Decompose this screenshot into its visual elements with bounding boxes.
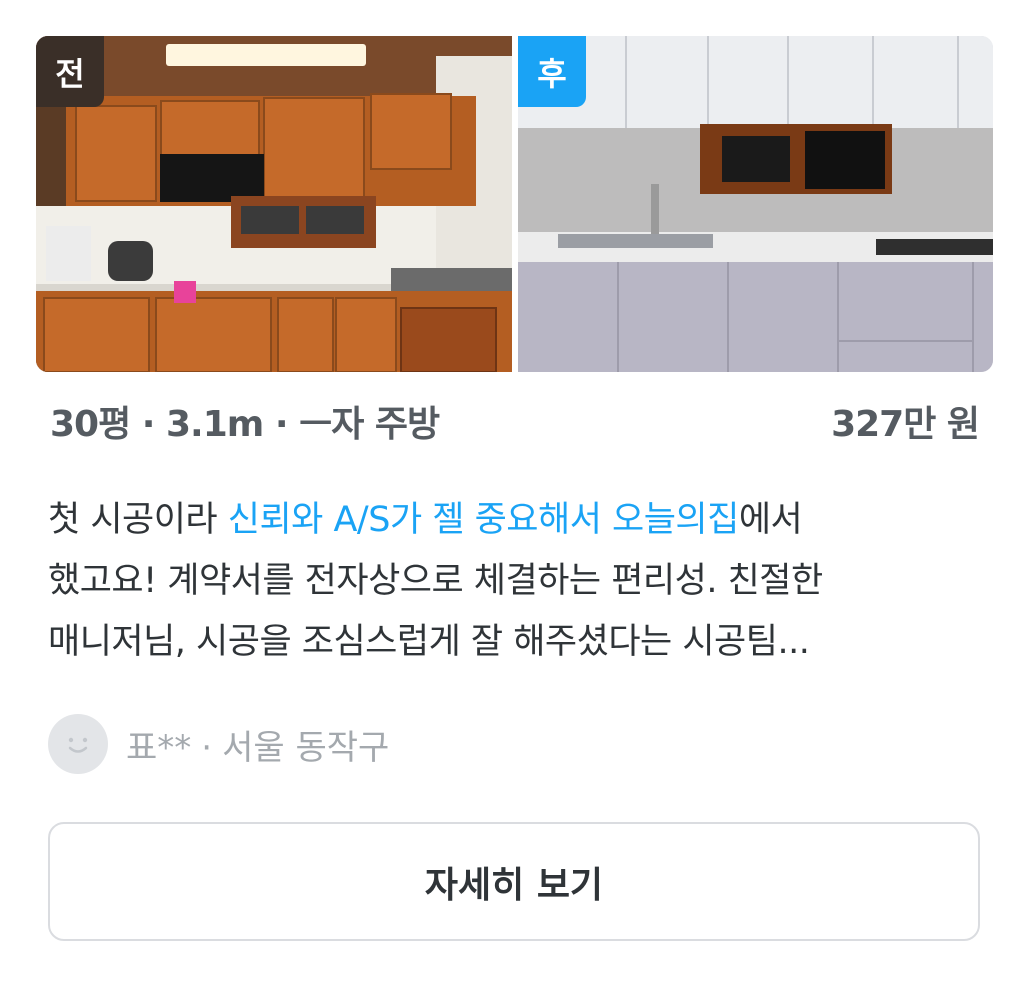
before-kitchen-image	[36, 36, 512, 372]
review-segment: 첫 시공이라	[48, 500, 228, 540]
author-row: 표** · 서울 동작구	[48, 714, 389, 774]
size-text: 30평	[50, 404, 131, 445]
before-photo[interactable]: 전	[36, 36, 512, 372]
after-kitchen-image	[518, 36, 993, 372]
length-text: 3.1m	[166, 404, 264, 445]
review-segment: 했고요! 계약서를 전자상으로 체결하는 편리성. 친절한	[48, 561, 823, 601]
author-name: 표**	[126, 727, 192, 768]
price: 327만 원	[831, 404, 980, 445]
review-segment: 매니저님, 시공을 조심스럽게 잘 해주셨다는 시공팀...	[48, 622, 810, 662]
author-info: 표** · 서울 동작구	[126, 720, 389, 769]
after-photo[interactable]: 후	[518, 36, 993, 372]
review-text[interactable]: 첫 시공이라 신뢰와 A/S가 젤 중요해서 오늘의집에서했고요! 계약서를 전…	[48, 490, 948, 673]
before-after-photos[interactable]: 전 후	[36, 36, 993, 372]
separator-dot: ·	[201, 727, 213, 768]
summary-row: 30평 · 3.1m · ㅡ자 주방 327만 원	[50, 395, 980, 447]
avatar	[48, 714, 108, 774]
separator-dot: ·	[141, 404, 156, 445]
view-details-button[interactable]: 자세히 보기	[48, 822, 980, 941]
review-line: 했고요! 계약서를 전자상으로 체결하는 편리성. 친절한	[48, 551, 948, 612]
after-tag: 후	[518, 36, 586, 107]
before-tag: 전	[36, 36, 104, 107]
review-card[interactable]: 전 후 30평 · 3.1m · ㅡ자 주방 327만 원 첫 시공이라 신뢰와…	[0, 0, 1029, 990]
author-location: 서울 동작구	[222, 727, 390, 768]
review-highlight: 신뢰와 A/S가 젤 중요해서 오늘의집	[227, 500, 740, 540]
review-segment: 에서	[738, 500, 803, 540]
layout-text: ㅡ자 주방	[299, 404, 440, 445]
kitchen-spec: 30평 · 3.1m · ㅡ자 주방	[50, 395, 440, 447]
smiley-face-icon	[68, 737, 88, 753]
review-line: 매니저님, 시공을 조심스럽게 잘 해주셨다는 시공팀...	[48, 612, 948, 673]
separator-dot: ·	[274, 404, 289, 445]
review-line: 첫 시공이라 신뢰와 A/S가 젤 중요해서 오늘의집에서	[48, 490, 948, 551]
